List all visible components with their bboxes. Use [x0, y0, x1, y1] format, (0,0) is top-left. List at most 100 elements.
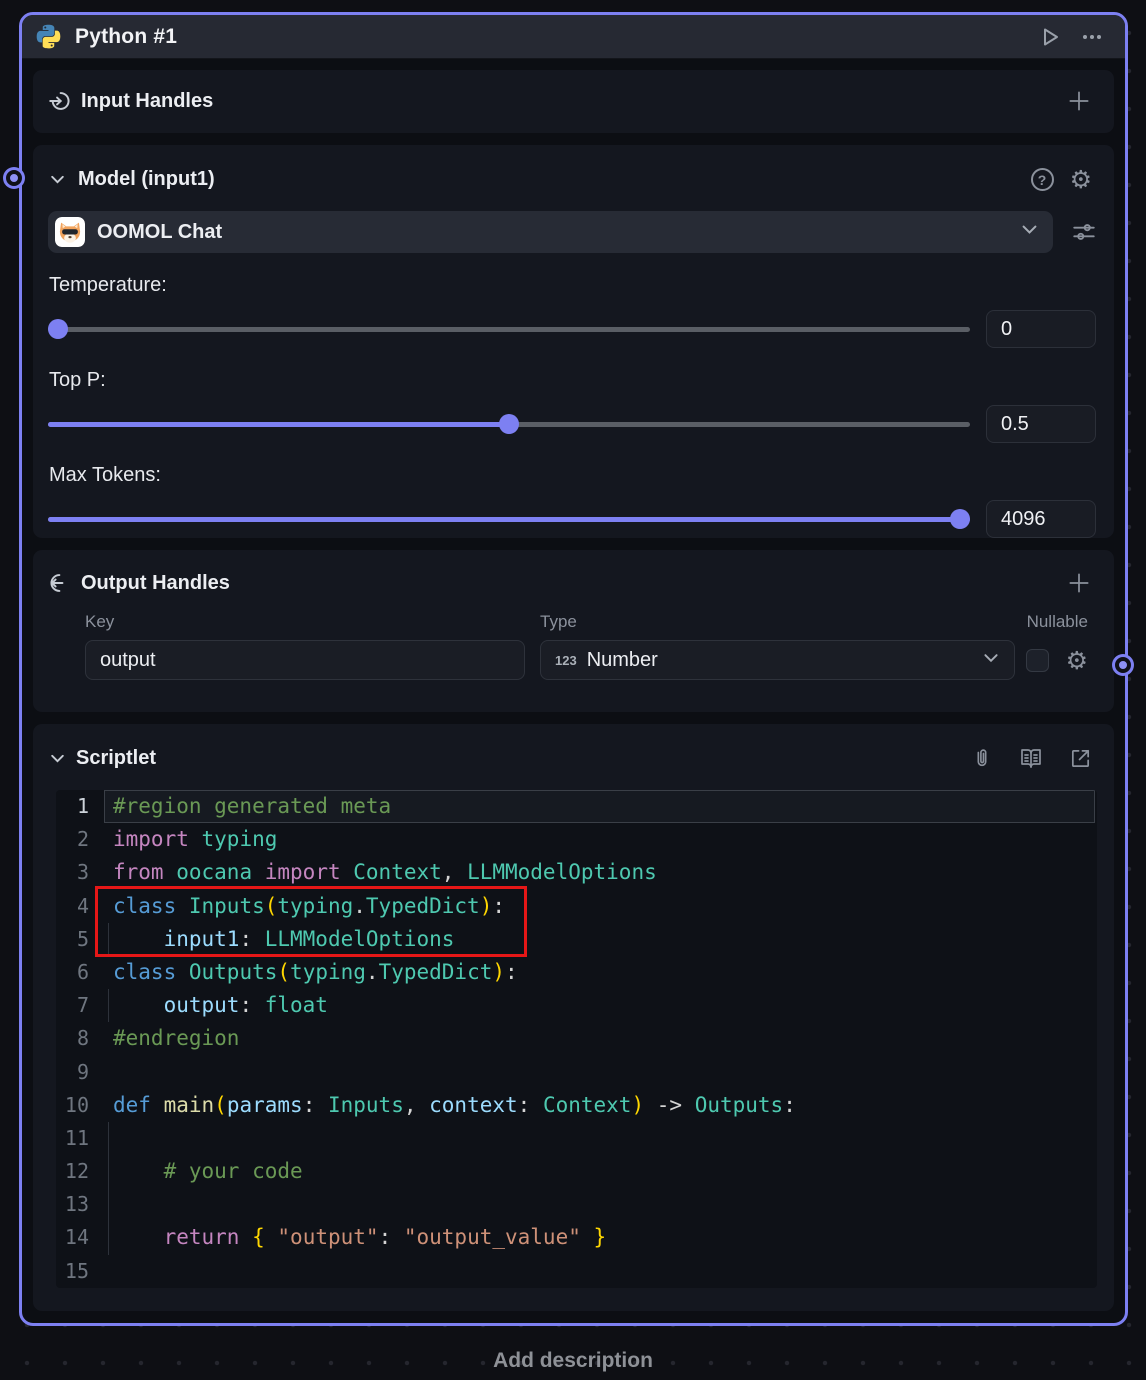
output-handle-icon [49, 572, 71, 594]
nullable-checkbox[interactable] [1026, 649, 1049, 672]
code-line[interactable]: 9 [56, 1056, 1097, 1089]
selected-model-label: OOMOL Chat [97, 221, 1008, 244]
docs-button[interactable] [1017, 744, 1045, 772]
output-key-input[interactable] [85, 640, 525, 680]
column-header-type: Type [540, 612, 1015, 632]
code-line[interactable]: 14 return { "output": "output_value" } [56, 1221, 1097, 1254]
python-logo-icon [35, 23, 62, 50]
node-title: Python #1 [75, 25, 177, 49]
attach-file-button[interactable] [969, 745, 995, 771]
chevron-down-icon[interactable] [49, 750, 66, 767]
model-select-dropdown[interactable]: OOMOL Chat [48, 211, 1053, 253]
line-number: 7 [56, 989, 104, 1022]
input-handle-icon [49, 90, 71, 112]
code-lines: 1#region generated meta2import typing3fr… [56, 790, 1097, 1288]
model-section: Model (input1) ? ⚙ [33, 145, 1114, 538]
code-line[interactable]: 12 # your code [56, 1155, 1097, 1188]
model-help-button[interactable]: ? [1029, 166, 1056, 193]
code-line[interactable]: 2import typing [56, 823, 1097, 856]
param-value-box[interactable]: 0 [986, 310, 1096, 348]
add-output-handle-button[interactable] [1064, 568, 1094, 598]
param-label: Max Tokens: [49, 464, 1096, 487]
book-icon [1019, 746, 1043, 770]
node-input-port[interactable] [6, 170, 22, 186]
line-number: 3 [56, 856, 104, 889]
model-params: Temperature: 0 Top P: 0.5 Max Tokens: 4096 [33, 274, 1114, 538]
param-value-box[interactable]: 0.5 [986, 405, 1096, 443]
sliders-icon [1071, 219, 1097, 245]
column-header-key: Key [85, 612, 525, 632]
output-handles-title: Output Handles [81, 572, 230, 595]
code-line[interactable]: 7 output: float [56, 989, 1097, 1022]
line-number: 4 [56, 890, 104, 923]
chevron-down-icon [982, 649, 1000, 672]
code-line[interactable]: 6class Outputs(typing.TypedDict): [56, 956, 1097, 989]
more-options-button[interactable] [1077, 22, 1107, 52]
param-slider[interactable] [48, 319, 970, 339]
code-line[interactable]: 4class Inputs(typing.TypedDict): [56, 890, 1097, 923]
open-in-editor-button[interactable] [1067, 745, 1094, 772]
model-section-title: Model (input1) [78, 168, 215, 191]
flow-canvas[interactable]: Python #1 [0, 0, 1146, 1380]
indent-guide [108, 1221, 109, 1254]
add-description-button[interactable]: Add description [0, 1349, 1146, 1373]
line-number: 6 [56, 956, 104, 989]
gear-icon: ⚙ [1066, 648, 1088, 673]
param-slider[interactable] [48, 414, 970, 434]
output-type-label: Number [587, 649, 972, 672]
play-icon [1038, 25, 1062, 49]
add-input-handle-button[interactable] [1064, 86, 1094, 116]
help-icon: ? [1031, 168, 1054, 191]
param-slider[interactable] [48, 509, 970, 529]
scriptlet-section: Scriptlet [33, 724, 1114, 1311]
gear-icon: ⚙ [1070, 167, 1092, 192]
node-header[interactable]: Python #1 [22, 15, 1125, 59]
chevron-down-icon[interactable] [49, 171, 66, 188]
external-link-icon [1069, 747, 1092, 770]
param-label: Temperature: [49, 274, 1096, 297]
output-type-select[interactable]: 123 Number [540, 640, 1015, 680]
input-handles-title: Input Handles [81, 90, 213, 113]
line-number: 13 [56, 1188, 104, 1221]
input-handles-section: Input Handles [33, 70, 1114, 133]
line-number: 8 [56, 1022, 104, 1055]
oomol-chat-avatar [55, 217, 85, 247]
line-number: 1 [56, 790, 104, 823]
node-output-port[interactable] [1115, 657, 1131, 673]
code-line[interactable]: 15 [56, 1255, 1097, 1288]
line-number: 15 [56, 1255, 104, 1288]
model-settings-button[interactable]: ⚙ [1068, 165, 1094, 194]
chevron-down-icon [1020, 220, 1039, 244]
paperclip-icon [971, 747, 993, 769]
line-number: 14 [56, 1221, 104, 1254]
plus-icon [1066, 88, 1092, 114]
code-line[interactable]: 10def main(params: Inputs, context: Cont… [56, 1089, 1097, 1122]
slider-knob[interactable] [48, 319, 68, 339]
line-number: 2 [56, 823, 104, 856]
indent-guide [108, 1122, 109, 1155]
slider-knob[interactable] [499, 414, 519, 434]
param-value-box[interactable]: 4096 [986, 500, 1096, 538]
column-header-nullable: Nullable [1015, 612, 1090, 632]
code-line[interactable]: 3from oocana import Context, LLMModelOpt… [56, 856, 1097, 889]
number-type-icon: 123 [555, 653, 577, 668]
output-settings-button[interactable]: ⚙ [1049, 646, 1090, 675]
plus-icon [1066, 570, 1092, 596]
ellipsis-icon [1079, 24, 1105, 50]
slider-knob[interactable] [950, 509, 970, 529]
indent-guide [108, 1188, 109, 1221]
indent-guide [108, 1155, 109, 1188]
indent-guide [108, 989, 109, 1022]
model-advanced-options-button[interactable] [1069, 217, 1099, 247]
line-number: 9 [56, 1056, 104, 1089]
code-editor[interactable]: 1#region generated meta2import typing3fr… [56, 790, 1097, 1288]
line-number: 11 [56, 1122, 104, 1155]
run-node-button[interactable] [1036, 23, 1064, 51]
code-line[interactable]: 13 [56, 1188, 1097, 1221]
code-line[interactable]: 5 input1: LLMModelOptions [56, 923, 1097, 956]
code-line[interactable]: 8#endregion [56, 1022, 1097, 1055]
code-line[interactable]: 1#region generated meta [56, 790, 1097, 823]
code-line[interactable]: 11 [56, 1122, 1097, 1155]
python-node-card[interactable]: Python #1 [19, 12, 1128, 1326]
param-label: Top P: [49, 369, 1096, 392]
